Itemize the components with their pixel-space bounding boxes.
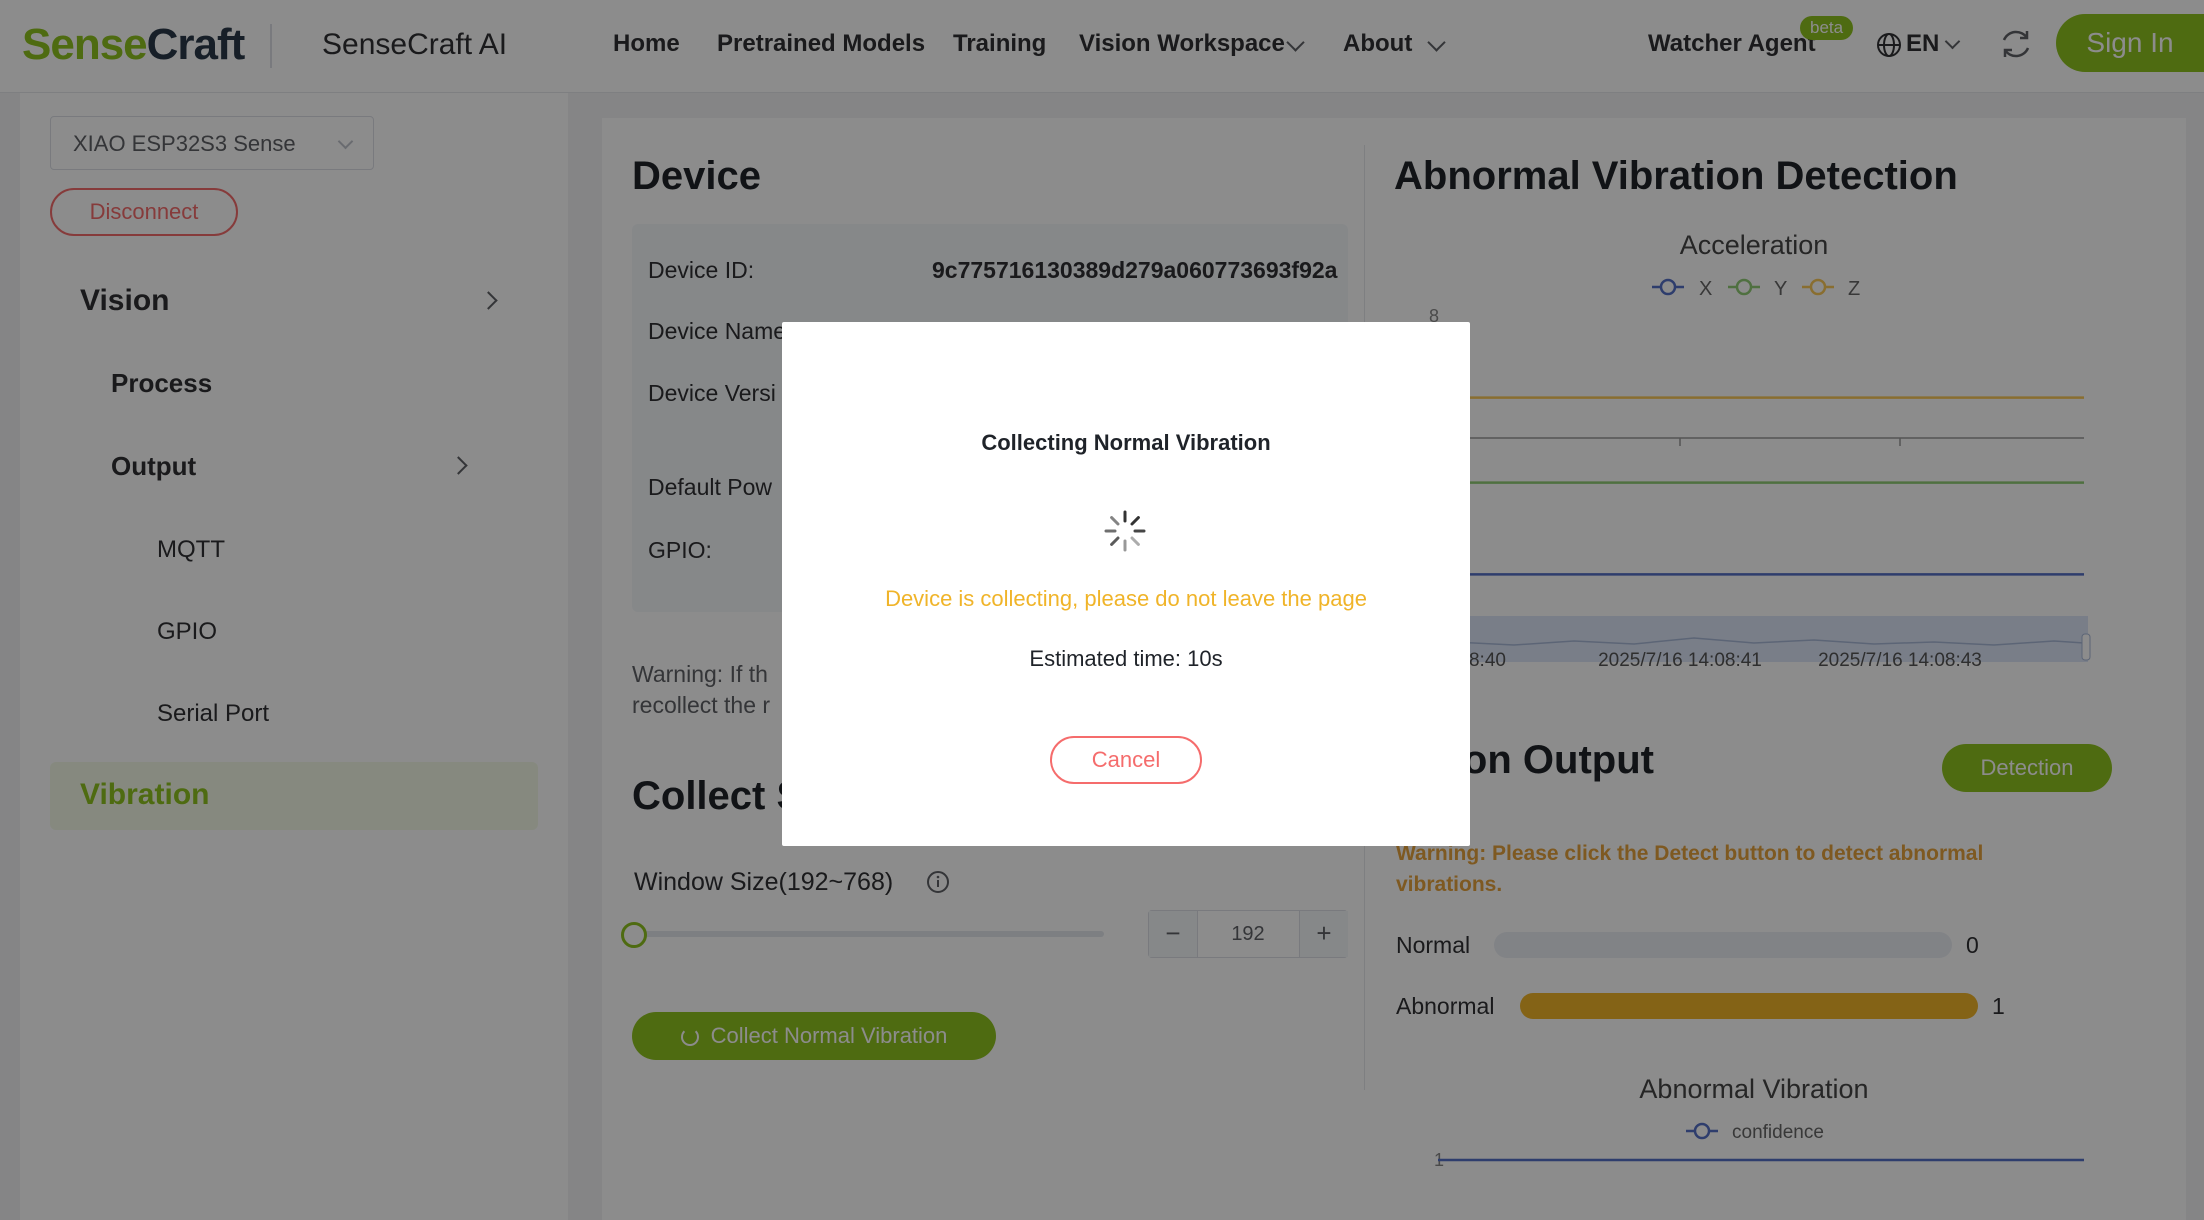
dialog-message: Device is collecting, please do not leav… <box>885 586 1367 611</box>
loading-spinner-icon <box>1104 510 1146 552</box>
dialog-estimated-time: Estimated time: 10s <box>1029 646 1223 671</box>
cancel-button[interactable]: Cancel <box>1050 736 1202 784</box>
collecting-dialog: Collecting Normal Vibration Device is co… <box>782 322 1470 846</box>
dialog-title: Collecting Normal Vibration <box>981 430 1271 455</box>
